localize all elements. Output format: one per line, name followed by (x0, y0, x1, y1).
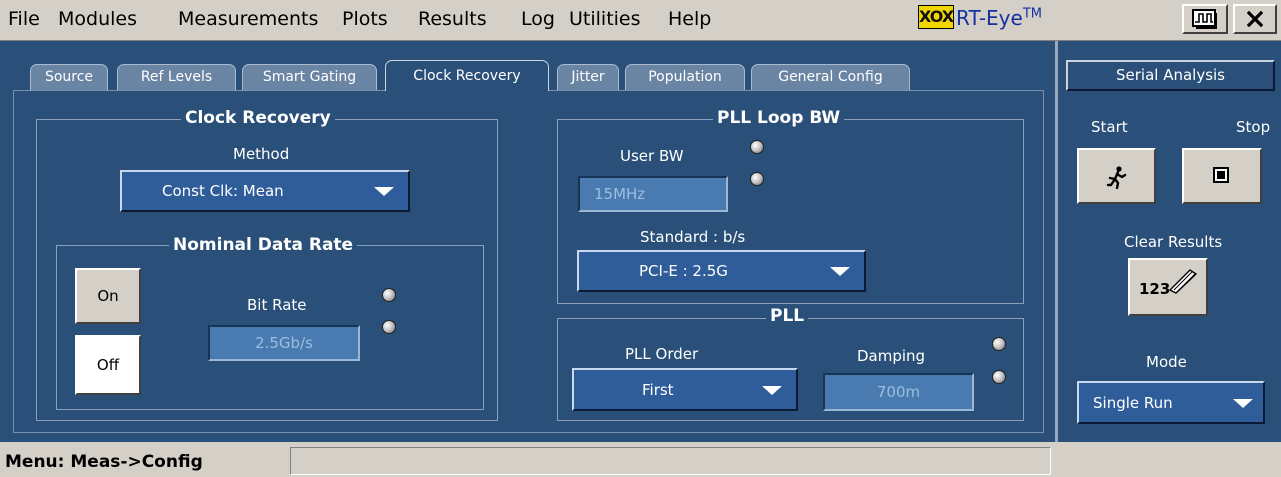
stop-label: Stop (1236, 118, 1271, 136)
tab-source[interactable]: Source (30, 64, 108, 90)
clear-results-button[interactable]: 123 (1128, 258, 1208, 316)
mode-value: Single Run (1093, 393, 1173, 412)
method-value: Const Clk: Mean (162, 182, 284, 200)
fine-knob-icon[interactable] (750, 172, 764, 186)
tab-jitter[interactable]: Jitter (557, 64, 619, 90)
bit-rate-label: Bit Rate (247, 296, 307, 314)
menu-file[interactable]: File (8, 8, 40, 30)
menu-modules[interactable]: Modules (58, 8, 137, 30)
waveform-icon (1192, 9, 1217, 29)
damping-value: 700m (876, 383, 921, 401)
app-title-name: RT-Eye (956, 6, 1023, 30)
menu-plots[interactable]: Plots (342, 8, 388, 30)
chevron-down-icon (762, 385, 782, 395)
user-bw-value: 15MHz (594, 185, 646, 203)
user-bw-field[interactable]: 15MHz (578, 176, 728, 212)
coarse-knob-icon[interactable] (992, 337, 1006, 351)
damping-label: Damping (857, 347, 926, 365)
app-title: RT-EyeTM (956, 6, 1042, 30)
chevron-down-icon (374, 187, 394, 196)
menu-utilities[interactable]: Utilities (569, 8, 641, 30)
start-label: Start (1091, 118, 1128, 136)
status-menu-path: Menu: Meas->Config (5, 452, 203, 472)
stop-icon (1213, 167, 1229, 183)
user-bw-label: User BW (620, 147, 684, 165)
nominal-on-button[interactable]: On (75, 268, 141, 324)
tab-clock-recovery[interactable]: Clock Recovery (385, 60, 549, 91)
mode-label: Mode (1146, 353, 1187, 371)
start-button[interactable] (1077, 148, 1156, 204)
tab-smart-gating[interactable]: Smart Gating (242, 64, 377, 90)
bit-rate-value: 2.5Gb/s (255, 334, 313, 352)
menu-log[interactable]: Log (521, 8, 555, 30)
method-dropdown[interactable]: Const Clk: Mean (120, 170, 410, 212)
bit-rate-field[interactable]: 2.5Gb/s (208, 325, 360, 361)
tek-logo: XOX (918, 5, 954, 29)
chevron-down-icon (1233, 398, 1253, 408)
nominal-data-rate-title: Nominal Data Rate (169, 235, 358, 255)
tab-population[interactable]: Population (625, 64, 745, 90)
menu-results[interactable]: Results (418, 8, 487, 30)
damping-field[interactable]: 700m (823, 373, 974, 411)
fine-knob-icon[interactable] (992, 370, 1006, 384)
clear-results-label: Clear Results (1124, 233, 1223, 251)
nominal-off-button[interactable]: Off (75, 335, 141, 395)
close-button[interactable] (1233, 4, 1277, 34)
pll-order-value: First (642, 380, 674, 399)
pll-order-label: PLL Order (625, 345, 699, 363)
trademark-mark: TM (1022, 6, 1042, 22)
status-bar: Menu: Meas->Config (0, 445, 1281, 477)
coarse-knob-icon[interactable] (382, 288, 396, 302)
close-icon (1247, 11, 1263, 27)
standard-label: Standard : b/s (640, 228, 746, 246)
chevron-down-icon (830, 267, 850, 276)
stop-button[interactable] (1182, 148, 1262, 204)
method-label: Method (233, 145, 290, 163)
running-man-icon (1106, 166, 1127, 189)
serial-analysis-header: Serial Analysis (1066, 60, 1275, 91)
menu-help[interactable]: Help (668, 8, 711, 30)
pll-loop-bw-title: PLL Loop BW (713, 108, 845, 128)
pll-order-dropdown[interactable]: First (572, 368, 798, 411)
standard-value: PCI-E : 2.5G (639, 262, 728, 280)
status-message-field (290, 447, 1051, 475)
pll-title: PLL (766, 306, 809, 326)
clock-recovery-title: Clock Recovery (181, 108, 335, 128)
menu-bar: File Modules Measurements Plots Results … (0, 0, 1281, 41)
fine-knob-icon[interactable] (382, 320, 396, 334)
tab-ref-levels[interactable]: Ref Levels (117, 64, 236, 90)
coarse-knob-icon[interactable] (750, 140, 764, 154)
menu-measurements[interactable]: Measurements (178, 8, 318, 30)
mode-dropdown[interactable]: Single Run (1077, 381, 1265, 424)
standard-dropdown[interactable]: PCI-E : 2.5G (577, 250, 866, 292)
eraser-icon (1168, 269, 1198, 294)
tab-general-config[interactable]: General Config (751, 64, 910, 90)
scope-view-button[interactable] (1182, 4, 1228, 34)
